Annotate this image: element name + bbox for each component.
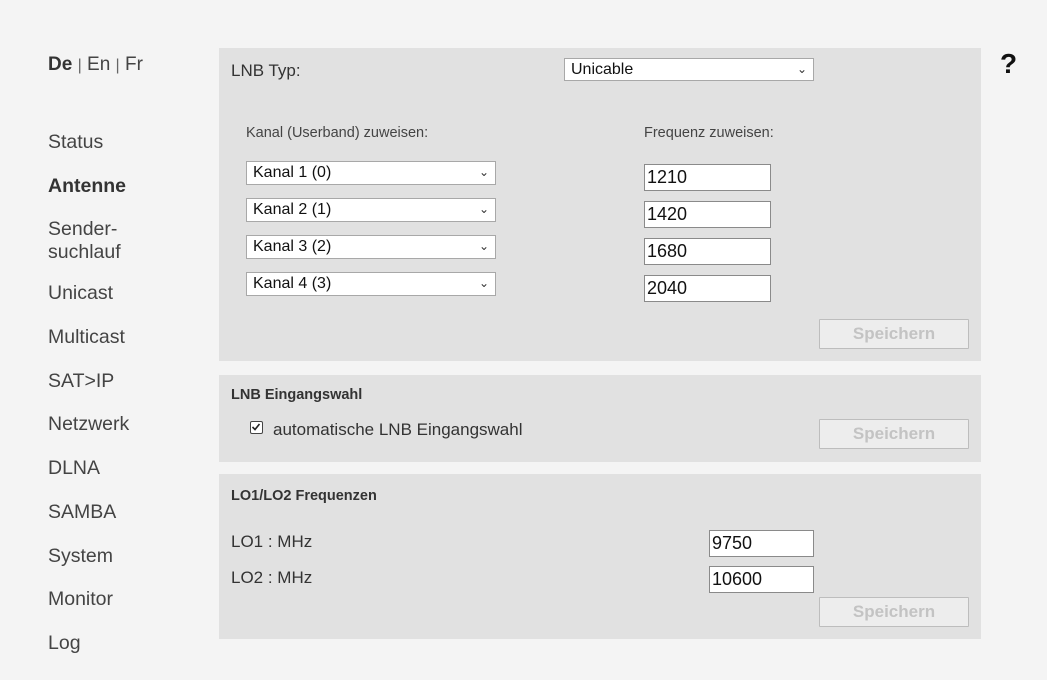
channel-select-1[interactable]: Kanal 1 (0) ⌄ — [246, 161, 496, 185]
nav-item-multicast[interactable]: Multicast — [48, 326, 125, 349]
lo2-label: LO2 : MHz — [231, 568, 313, 587]
frequency-input-3[interactable] — [644, 238, 771, 265]
nav-item-unicast[interactable]: Unicast — [48, 282, 113, 305]
nav-item-netzwerk[interactable]: Netzwerk — [48, 413, 129, 436]
save-button[interactable]: Speichern — [819, 597, 969, 627]
language-switcher: De | En | Fr — [48, 54, 143, 76]
channel-select-value: Kanal 4 (3) — [253, 275, 332, 292]
channel-select-3[interactable]: Kanal 3 (2) ⌄ — [246, 235, 496, 259]
channel-select-2[interactable]: Kanal 2 (1) ⌄ — [246, 198, 496, 222]
lang-separator: | — [115, 57, 120, 74]
lo-frequencies-panel: LO1/LO2 Frequenzen LO1 : MHz LO2 : MHz S… — [219, 474, 981, 639]
nav-item-status[interactable]: Status — [48, 131, 103, 154]
nav-item-monitor[interactable]: Monitor — [48, 588, 113, 611]
channel-select-value: Kanal 3 (2) — [253, 238, 332, 255]
frequency-header: Frequenz zuweisen: — [644, 125, 774, 141]
chevron-down-icon: ⌄ — [478, 276, 489, 290]
save-button[interactable]: Speichern — [819, 319, 969, 349]
nav-item-log[interactable]: Log — [48, 632, 81, 655]
lo1-input[interactable] — [709, 530, 814, 557]
nav-item-label: Sender- — [48, 218, 118, 240]
save-button[interactable]: Speichern — [819, 419, 969, 449]
nav-item-dlna[interactable]: DLNA — [48, 457, 100, 480]
lnb-type-select[interactable]: Unicable ⌄ — [564, 58, 814, 81]
nav-item-label: suchlauf — [48, 241, 121, 263]
chevron-down-icon: ⌄ — [796, 62, 807, 76]
lo2-input[interactable] — [709, 566, 814, 593]
frequency-input-1[interactable] — [644, 164, 771, 191]
auto-lnb-checkbox[interactable] — [250, 421, 263, 434]
channel-header: Kanal (Userband) zuweisen: — [246, 125, 429, 141]
nav-item-satip[interactable]: SAT>IP — [48, 370, 114, 393]
lang-separator: | — [77, 57, 82, 74]
chevron-down-icon: ⌄ — [478, 202, 489, 216]
lnb-type-panel: LNB Typ: Unicable ⌄ Kanal (Userband) zuw… — [219, 48, 981, 361]
channel-select-value: Kanal 1 (0) — [253, 164, 332, 181]
channel-select-value: Kanal 2 (1) — [253, 201, 332, 218]
lang-de-link[interactable]: De — [48, 54, 72, 75]
frequency-input-2[interactable] — [644, 201, 771, 228]
nav-item-sendersuchlauf[interactable]: Sender- suchlauf — [48, 218, 121, 264]
chevron-down-icon: ⌄ — [478, 239, 489, 253]
nav-item-samba[interactable]: SAMBA — [48, 501, 116, 524]
lnb-input-title: LNB Eingangswahl — [231, 387, 363, 403]
frequency-input-4[interactable] — [644, 275, 771, 302]
lang-fr-link[interactable]: Fr — [125, 54, 143, 75]
checkmark-icon — [251, 423, 261, 431]
nav-item-system[interactable]: System — [48, 545, 113, 568]
chevron-down-icon: ⌄ — [478, 165, 489, 179]
lo1-label: LO1 : MHz — [231, 532, 313, 551]
lnb-type-label: LNB Typ: — [231, 61, 301, 80]
lnb-type-value: Unicable — [571, 61, 634, 78]
nav-item-antenne[interactable]: Antenne — [48, 175, 126, 198]
auto-lnb-label: automatische LNB Eingangswahl — [273, 420, 523, 439]
lo-frequencies-title: LO1/LO2 Frequenzen — [231, 488, 377, 504]
lang-en-link[interactable]: En — [87, 54, 110, 75]
channel-select-4[interactable]: Kanal 4 (3) ⌄ — [246, 272, 496, 296]
lnb-input-panel: LNB Eingangswahl automatische LNB Eingan… — [219, 375, 981, 462]
help-button[interactable]: ? — [1000, 48, 1017, 80]
